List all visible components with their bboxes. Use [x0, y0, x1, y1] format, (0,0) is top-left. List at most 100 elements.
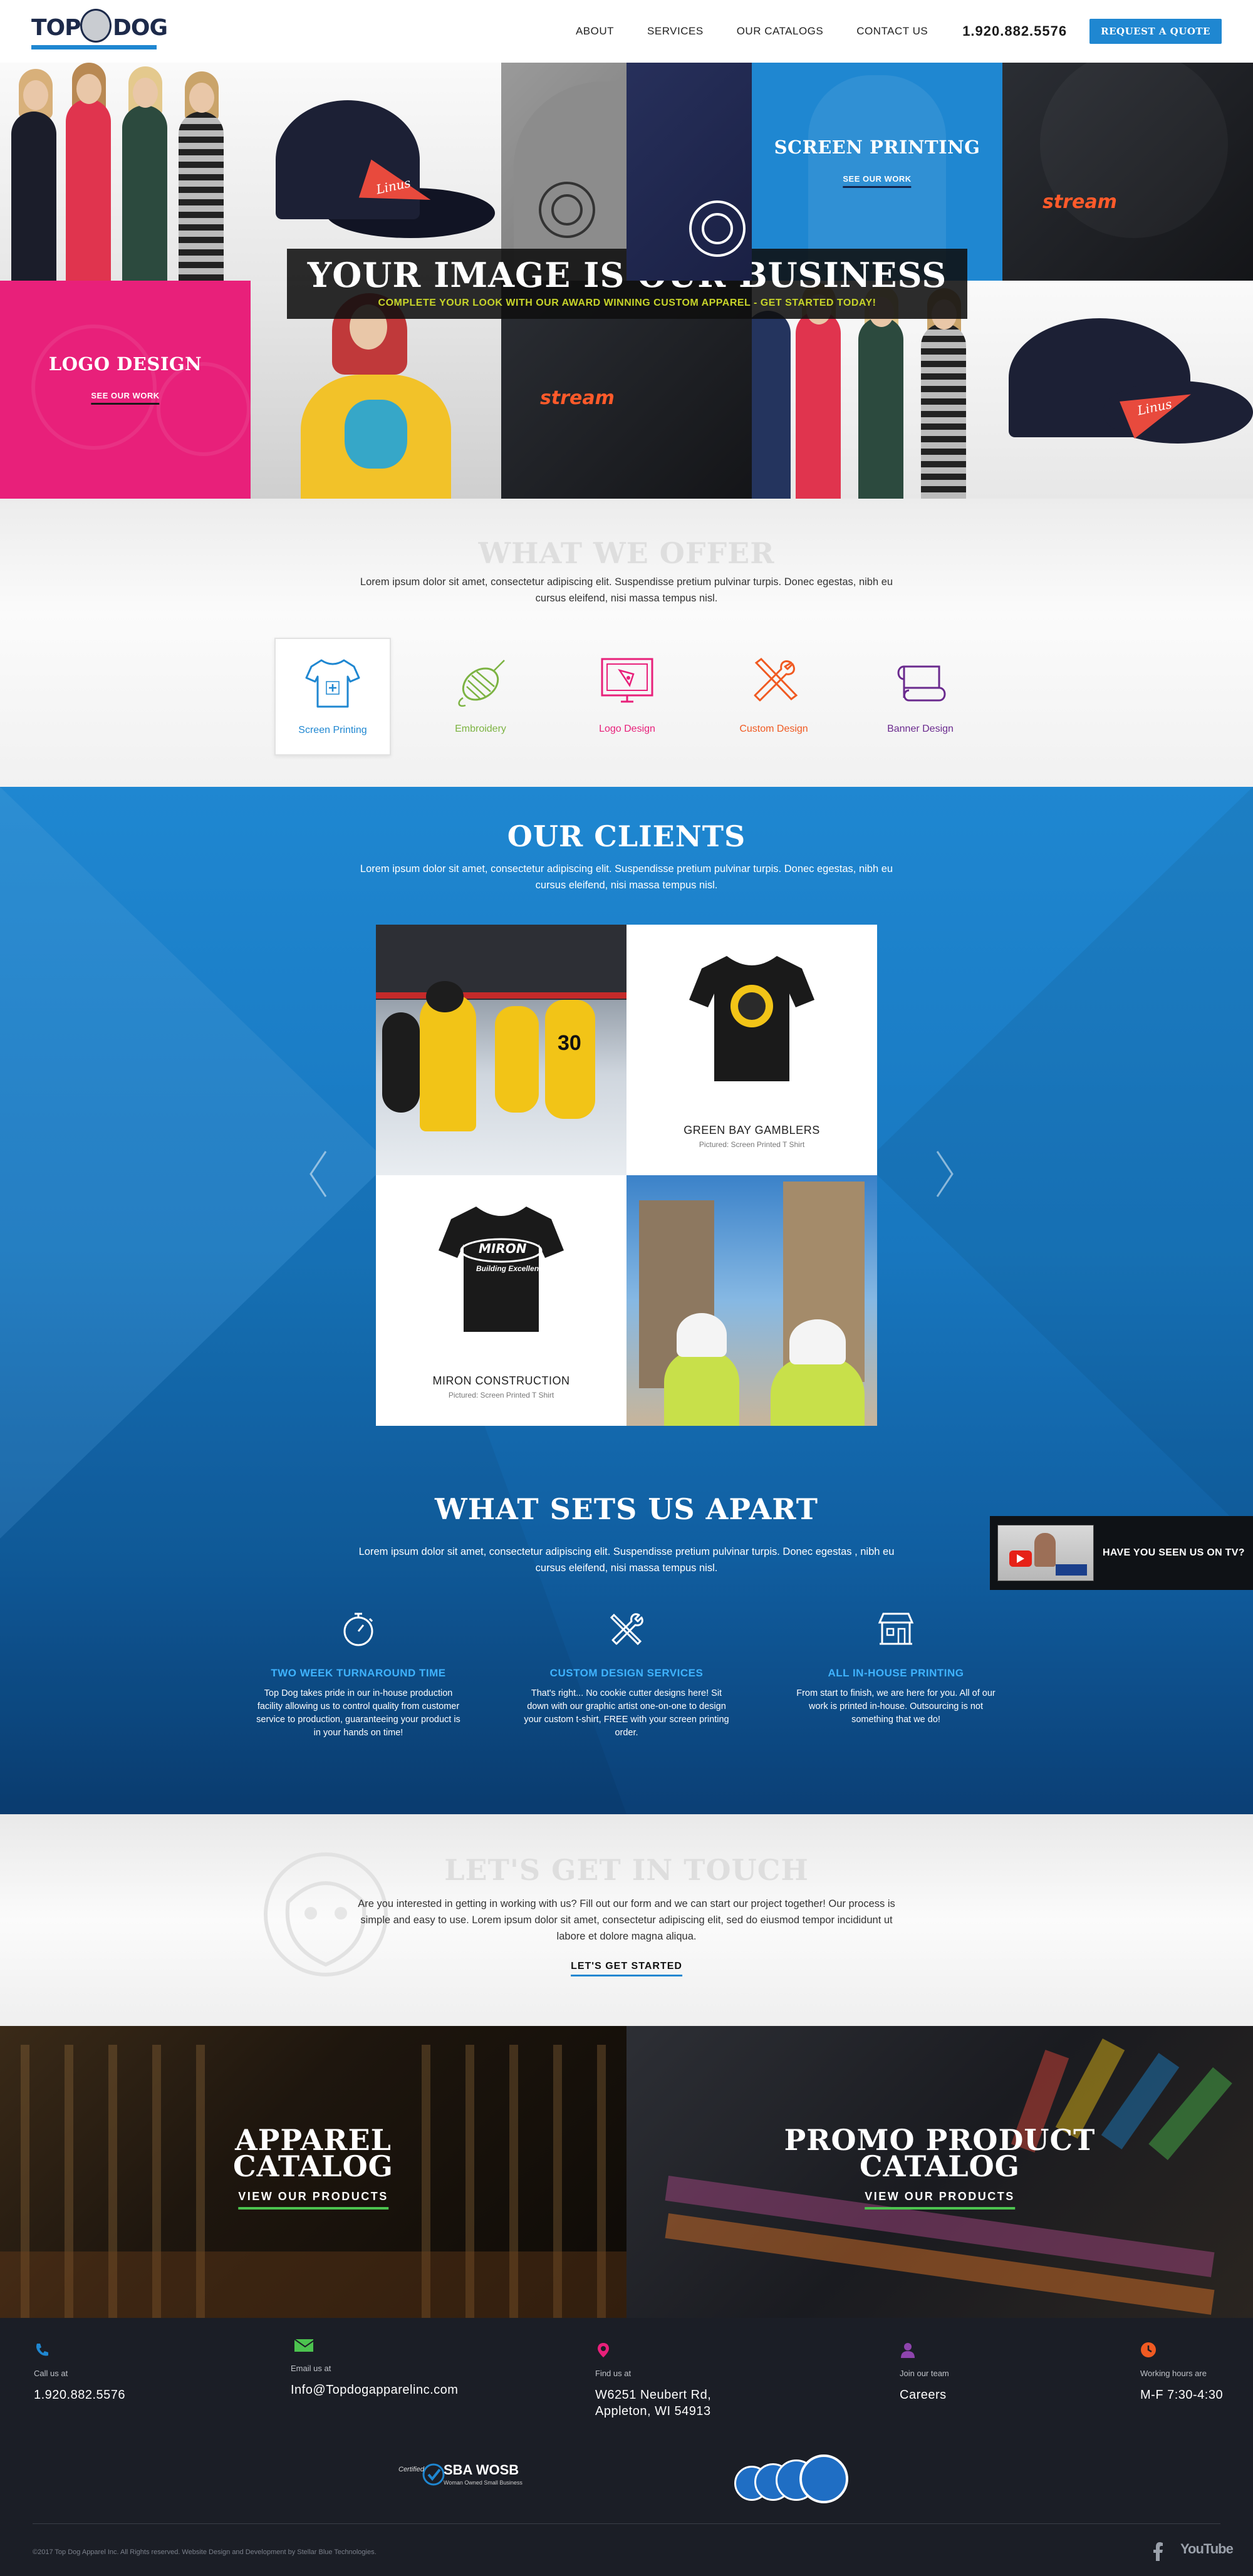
- stream-shirt-text: stream: [540, 387, 615, 409]
- facebook-icon[interactable]: [1152, 2542, 1164, 2561]
- nav-services[interactable]: SERVICES: [647, 25, 704, 38]
- storefront-icon: [878, 1613, 914, 1645]
- construction-photo: [626, 1175, 877, 1426]
- offer-label: Custom Design: [739, 724, 808, 734]
- promo-catalog-panel[interactable]: PROMO PRODUCT CATALOG VIEW OUR PRODUCTS: [626, 2026, 1253, 2318]
- copyright-text: ©2017 Top Dog Apparel Inc. All Rights re…: [33, 2548, 377, 2556]
- offer-logo-design[interactable]: Logo Design: [569, 638, 685, 756]
- hero-tile-cap: Linus: [251, 63, 501, 281]
- certification-badges: [734, 2452, 853, 2505]
- hero-gallery: Linus SCREEN PRINTING SEE OUR WORK strea…: [0, 63, 1253, 499]
- footer-label: Email us at: [291, 2364, 331, 2373]
- apart-item-text: That's right... No cookie cutter designs…: [524, 1688, 729, 1738]
- clients-title: OUR CLIENTS: [507, 819, 746, 853]
- offer-label: Screen Printing: [298, 725, 367, 735]
- offer-embroidery[interactable]: Embroidery: [422, 638, 539, 756]
- get-in-touch-section: LET'S GET IN TOUCH Are you interested in…: [0, 1814, 1253, 2026]
- apart-item-title: ALL IN-HOUSE PRINTING: [828, 1667, 964, 1679]
- footer-address[interactable]: W6251 Neubert Rd, Appleton, WI 54913: [595, 2387, 739, 2419]
- envelope-icon: [294, 2339, 316, 2352]
- nav-about[interactable]: ABOUT: [576, 25, 614, 38]
- sba-wosb-badge: Certified SBA WOSB Woman Owned Small Bus…: [398, 2461, 530, 2492]
- apart-text: Lorem ipsum dolor sit amet, consectetur …: [358, 1546, 895, 1574]
- client-caption: Pictured: Screen Printed T Shirt: [448, 1391, 554, 1400]
- footer-careers: Join our team Careers: [900, 2342, 949, 2403]
- apparel-catalog-panel[interactable]: APPAREL CATALOG VIEW OUR PRODUCTS: [0, 2026, 626, 2318]
- person-icon: [901, 2343, 915, 2358]
- footer-label: Join our team: [900, 2369, 949, 2378]
- hero-tile-screen-printing[interactable]: SCREEN PRINTING SEE OUR WORK: [752, 63, 1002, 281]
- monitor-pen-icon: [601, 658, 653, 703]
- logo-text-dog: DOG: [113, 15, 168, 41]
- hero-tile-stream-jacket: stream: [1002, 63, 1253, 281]
- black-tshirt-icon: [689, 956, 814, 1081]
- footer-label: Working hours are: [1140, 2369, 1207, 2378]
- clients-section: OUR CLIENTS Lorem ipsum dolor sit amet, …: [0, 787, 1253, 1814]
- catalog-title-line2: CATALOG: [233, 2149, 393, 2183]
- phone-icon: [36, 2344, 48, 2356]
- footer-hours: Working hours are M-F 7:30-4:30: [1140, 2342, 1223, 2403]
- footer-phone[interactable]: 1.920.882.5576: [34, 2387, 125, 2403]
- footer-hours-value: M-F 7:30-4:30: [1140, 2388, 1224, 2402]
- checkmark-icon: [422, 2463, 445, 2486]
- client-caption: Pictured: Screen Printed T Shirt: [699, 1140, 805, 1149]
- carousel-prev-arrow[interactable]: [306, 1149, 331, 1199]
- sba-name: SBA WOSB: [444, 2462, 519, 2478]
- logo-design-see-work-link[interactable]: SEE OUR WORK: [91, 391, 160, 405]
- hero-tile-navy-shirt: [626, 63, 752, 281]
- screen-printing-see-work-link[interactable]: SEE OUR WORK: [843, 174, 912, 188]
- header-phone[interactable]: 1.920.882.5576: [962, 23, 1067, 39]
- touch-text: Are you interested in getting in working…: [358, 1898, 895, 1942]
- offer-label: Banner Design: [887, 724, 954, 734]
- nav-contact-us[interactable]: CONTACT US: [856, 25, 928, 38]
- sba-subtitle: Woman Owned Small Business: [444, 2480, 523, 2486]
- offer-banner-design[interactable]: Banner Design: [862, 638, 979, 756]
- catalog-title-line2: CATALOG: [860, 2149, 1020, 2183]
- youtube-icon[interactable]: YouTube: [1180, 2541, 1234, 2557]
- hero-tile-models: [0, 63, 251, 281]
- miron-logo-text: MIRON: [479, 1241, 527, 1256]
- promo-view-products-link[interactable]: VIEW OUR PRODUCTS: [865, 2190, 1015, 2210]
- footer-email: Email us at Info@Topdogapparelinc.com: [291, 2337, 458, 2398]
- tv-video-widget[interactable]: HAVE YOU SEEN US ON TV?: [990, 1516, 1253, 1590]
- footer-careers-link[interactable]: Careers: [900, 2387, 949, 2403]
- tools-icon: [610, 1613, 643, 1646]
- carousel-next-arrow[interactable]: [932, 1149, 957, 1199]
- stream-logo-text: stream: [1042, 191, 1117, 213]
- offer-label: Logo Design: [599, 724, 655, 734]
- footer-label: Find us at: [595, 2369, 632, 2378]
- footer-email-link[interactable]: Info@Topdogapparelinc.com: [291, 2382, 458, 2398]
- stopwatch-icon: [343, 1613, 373, 1646]
- client-card-miron[interactable]: MIRON Building Excellence MIRON CONSTRUC…: [376, 1175, 626, 1426]
- lets-get-started-link[interactable]: LET'S GET STARTED: [571, 1961, 682, 1976]
- offer-screen-printing[interactable]: Screen Printing: [274, 638, 391, 756]
- nav-our-catalogs[interactable]: OUR CATALOGS: [737, 25, 824, 38]
- what-we-offer-section: WHAT WE OFFER Lorem ipsum dolor sit amet…: [0, 499, 1253, 787]
- offer-title: WHAT WE OFFER: [478, 536, 775, 570]
- apart-turnaround: TWO WEEK TURNAROUND TIME Top Dog takes p…: [252, 1609, 465, 1740]
- tshirt-icon: [305, 659, 360, 708]
- site-header: TOP DOG ABOUT SERVICES OUR CATALOGS CONT…: [0, 0, 1253, 63]
- hero-tile-logo-design[interactable]: LOGO DESIGN SEE OUR WORK: [0, 281, 251, 499]
- apart-item-text: From start to finish, we are here for yo…: [796, 1688, 996, 1725]
- hero-subtitle: COMPLETE YOUR LOOK WITH OUR AWARD WINNIN…: [378, 298, 876, 308]
- offer-custom-design[interactable]: Custom Design: [715, 638, 832, 756]
- offer-text: Lorem ipsum dolor sit amet, consectetur …: [360, 576, 893, 604]
- sba-certified: Certified: [398, 2466, 424, 2473]
- banner-scroll-icon: [897, 665, 946, 702]
- wrench-pencil-icon: [754, 658, 798, 702]
- top-dog-logo[interactable]: TOP DOG: [31, 9, 168, 50]
- apart-item-title: TWO WEEK TURNAROUND TIME: [271, 1667, 446, 1679]
- touch-title: LET'S GET IN TOUCH: [444, 1853, 809, 1887]
- logo-text-top: TOP: [31, 15, 81, 41]
- apparel-view-products-link[interactable]: VIEW OUR PRODUCTS: [238, 2190, 388, 2210]
- request-quote-button[interactable]: REQUEST A QUOTE: [1089, 19, 1222, 44]
- logo-design-title: LOGO DESIGN: [48, 353, 202, 375]
- logo-underline: [31, 45, 157, 49]
- apart-custom-design: CUSTOM DESIGN SERVICES That's right... N…: [520, 1609, 733, 1740]
- client-card-gamblers[interactable]: GREEN BAY GAMBLERS Pictured: Screen Prin…: [626, 925, 877, 1175]
- footer-label: Call us at: [34, 2369, 68, 2378]
- footer-call: Call us at 1.920.882.5576: [34, 2342, 125, 2403]
- miron-tagline: Building Excellence: [476, 1264, 548, 1273]
- clients-text: Lorem ipsum dolor sit amet, consectetur …: [360, 863, 893, 891]
